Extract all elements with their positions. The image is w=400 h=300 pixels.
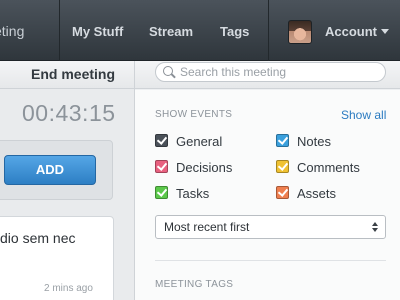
app-brand[interactable]: eting — [0, 0, 60, 61]
checkbox-label-decisions: Decisions — [176, 160, 233, 175]
search-icon — [163, 66, 173, 76]
checkbox-label-tasks: Tasks — [176, 186, 210, 201]
show-all-link[interactable]: Show all — [341, 108, 386, 122]
note-text: dio sem nec — [0, 230, 76, 246]
checkbox-label-comments: Comments — [297, 160, 360, 175]
checkbox-decisions[interactable] — [155, 160, 168, 173]
app-brand-label: eting — [0, 23, 25, 39]
section-divider — [155, 260, 386, 261]
nav-stream[interactable]: Stream — [149, 0, 193, 61]
add-button[interactable]: ADD — [4, 155, 96, 185]
checkbox-tasks[interactable] — [155, 186, 168, 199]
nav-tags[interactable]: Tags — [220, 0, 249, 61]
checkbox-label-assets: Assets — [297, 186, 337, 201]
show-events-heading: SHOW EVENTS — [155, 109, 233, 120]
sort-select-value: Most recent first — [164, 220, 250, 234]
top-nav: eting My Stuff Stream Tags Account — [0, 0, 400, 61]
checkbox-label-general: General — [176, 134, 223, 149]
search-box[interactable] — [155, 62, 386, 82]
chevron-down-icon — [381, 29, 389, 34]
meeting-timer: 00:43:15 — [22, 100, 116, 126]
checkbox-notes[interactable] — [276, 134, 289, 147]
account-menu[interactable]: Account — [268, 0, 400, 61]
search-input[interactable] — [180, 63, 380, 81]
sort-select[interactable]: Most recent first — [155, 215, 386, 239]
select-arrows-icon — [372, 222, 378, 233]
checkbox-comments[interactable] — [276, 160, 289, 173]
end-meeting-button[interactable]: End meeting — [31, 61, 115, 89]
note-timestamp: 2 mins ago — [44, 283, 93, 294]
avatar — [288, 20, 312, 44]
account-label: Account — [325, 24, 377, 39]
checkbox-general[interactable] — [155, 134, 168, 147]
meeting-tags-heading: MEETING TAGS — [155, 279, 234, 290]
checkbox-label-notes: Notes — [297, 134, 331, 149]
checkbox-assets[interactable] — [276, 186, 289, 199]
nav-my-stuff[interactable]: My Stuff — [72, 0, 123, 61]
